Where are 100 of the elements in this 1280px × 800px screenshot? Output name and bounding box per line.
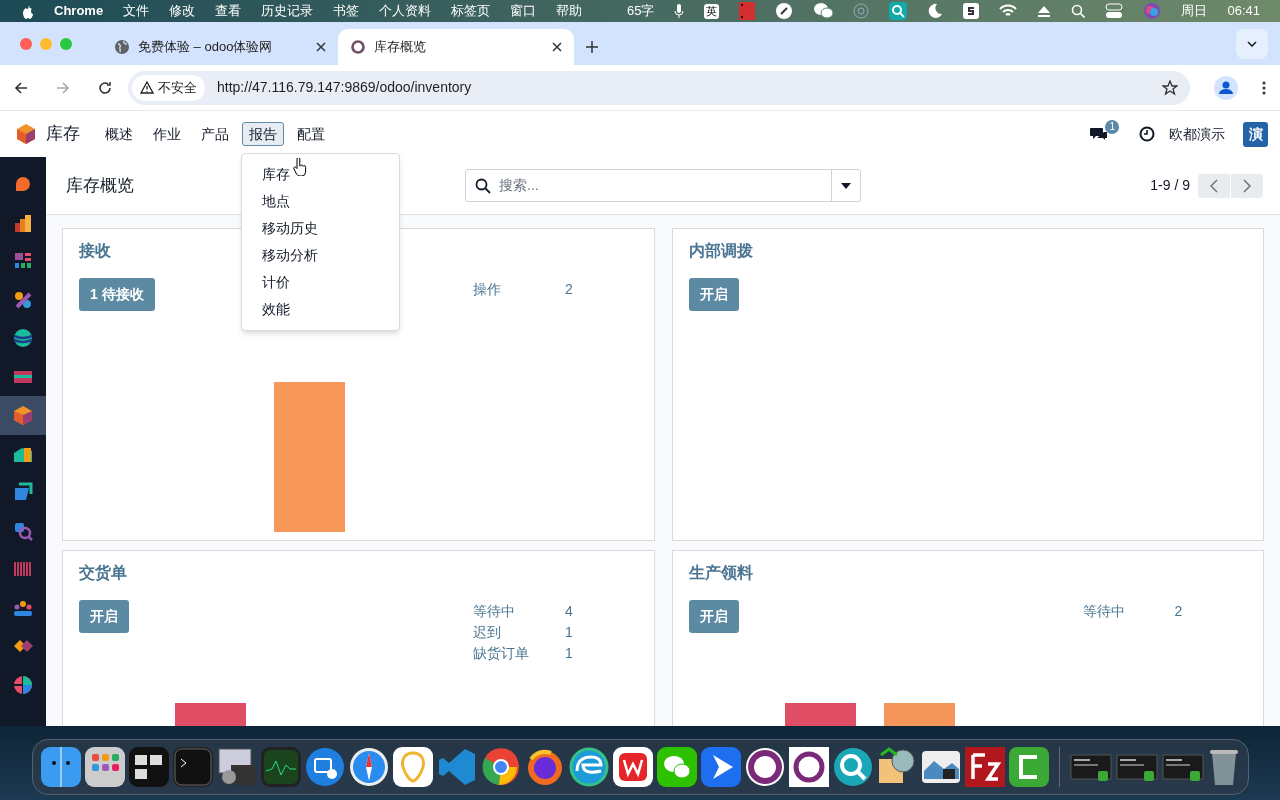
- tab-title: 免费体验 – odoo体验网: [138, 38, 274, 57]
- dock-app-icon[interactable]: [744, 747, 785, 787]
- primary-button[interactable]: 开启: [79, 600, 129, 633]
- dock-app-icon[interactable]: [128, 747, 169, 787]
- menubar-item[interactable]: 修改: [169, 1, 196, 21]
- app-name[interactable]: 库存: [46, 121, 80, 147]
- dock-app-icon[interactable]: [480, 747, 521, 787]
- warning-icon: [140, 81, 154, 94]
- menubar-item[interactable]: 窗口: [510, 1, 537, 21]
- letter-s-icon[interactable]: [963, 3, 980, 19]
- search-input[interactable]: 搜索...: [499, 175, 831, 196]
- company-name[interactable]: 欧都演示: [1169, 123, 1225, 145]
- search-icon[interactable]: [1071, 4, 1086, 18]
- dock-app-icon[interactable]: [788, 747, 829, 787]
- menubar-clock[interactable]: 06:41: [1227, 1, 1260, 21]
- app-icon: [13, 520, 33, 541]
- dock-app-icon[interactable]: [392, 747, 433, 787]
- film-icon[interactable]: [739, 2, 756, 20]
- dropdown-item[interactable]: 计价: [242, 269, 399, 296]
- clock-icon[interactable]: [1139, 126, 1155, 142]
- dock-app-icon[interactable]: [612, 747, 653, 787]
- dropdown-item[interactable]: 地点: [242, 188, 399, 215]
- dropdown-item[interactable]: 移动历史: [242, 215, 399, 242]
- dropdown-item[interactable]: 效能: [242, 296, 399, 323]
- dock-app-icon[interactable]: [656, 747, 697, 787]
- card-title: 生产领料: [688, 563, 753, 583]
- dock-app-icon[interactable]: [964, 747, 1005, 787]
- dock-app-icon[interactable]: [304, 747, 345, 787]
- menubar-item[interactable]: 历史记录: [261, 1, 314, 21]
- stat-count: 1: [565, 623, 573, 642]
- stat-link[interactable]: 缺货订单: [473, 643, 565, 664]
- back-icon[interactable]: [14, 80, 28, 95]
- dropdown-item[interactable]: 库存: [242, 161, 399, 188]
- wifi-icon[interactable]: [999, 4, 1018, 18]
- ring-icon: [350, 39, 366, 55]
- menu-item[interactable]: 产品: [194, 122, 236, 146]
- tab-search-button[interactable]: [1236, 29, 1268, 59]
- menubar-app-name[interactable]: Chrome: [54, 1, 104, 21]
- moon-icon[interactable]: [927, 3, 944, 19]
- primary-button[interactable]: 开启: [688, 278, 739, 311]
- bookmark-star-icon[interactable]: [1162, 79, 1178, 96]
- messages-icon[interactable]: [1089, 126, 1110, 142]
- card-title: 内部调拨: [688, 241, 753, 261]
- input-method-indicator[interactable]: 英: [704, 3, 720, 19]
- menubar-day: 周日: [1181, 1, 1208, 21]
- dock-app-icon[interactable]: [40, 747, 81, 787]
- tab-title: 库存概览: [374, 38, 427, 57]
- apple-icon[interactable]: [20, 3, 34, 19]
- dock-app-icon[interactable]: [568, 747, 609, 787]
- browser-tab[interactable]: 免费体验 – odoo体验网: [102, 29, 338, 65]
- pager-value[interactable]: 1-9 / 9: [1150, 175, 1190, 196]
- menu-item[interactable]: 配置: [290, 122, 332, 146]
- remote-icon[interactable]: [775, 2, 794, 20]
- menu-item[interactable]: 概述: [98, 122, 140, 146]
- dock-app-icon[interactable]: [260, 747, 301, 787]
- app-icon: [13, 289, 33, 310]
- chat-bubbles-icon[interactable]: [813, 2, 834, 20]
- menubar-item[interactable]: 文件: [123, 1, 150, 21]
- menubar-item[interactable]: 帮助: [556, 1, 583, 21]
- dock-app-icon[interactable]: [348, 747, 389, 787]
- trash-icon[interactable]: [1207, 747, 1240, 787]
- menu-item[interactable]: 报告: [242, 122, 284, 146]
- profile-icon[interactable]: [1214, 75, 1238, 100]
- menubar-item[interactable]: 书签: [333, 1, 360, 21]
- menubar-item[interactable]: 个人资料: [379, 1, 432, 21]
- stat-link[interactable]: 迟到: [473, 622, 565, 643]
- primary-button[interactable]: 开启: [688, 600, 739, 633]
- magnifier-app-icon[interactable]: [889, 2, 908, 20]
- dock-app-icon[interactable]: [1008, 747, 1049, 787]
- reload-icon[interactable]: [98, 80, 112, 95]
- search-field[interactable]: 搜索...: [465, 169, 861, 202]
- stat-link[interactable]: 操作: [473, 279, 565, 300]
- address-bar[interactable]: 不安全 http://47.116.79.147:9869/odoo/inventory: [128, 70, 1190, 105]
- stat-count: 4: [565, 602, 573, 621]
- stat-link[interactable]: 等待中: [1082, 601, 1175, 622]
- microphone-icon[interactable]: [674, 3, 685, 19]
- security-chip[interactable]: 不安全: [132, 74, 205, 101]
- dock-app-icon[interactable]: [84, 747, 125, 787]
- more-menu-icon[interactable]: [1262, 80, 1266, 95]
- menubar-item[interactable]: 查看: [215, 1, 242, 21]
- control-center-icon[interactable]: [1105, 3, 1124, 19]
- menubar-item[interactable]: 标签页: [451, 1, 491, 21]
- close-icon[interactable]: [552, 42, 562, 52]
- url-text: http://47.116.79.147:9869/odoo/inventory: [217, 78, 473, 97]
- stat-count: 1: [565, 644, 573, 663]
- menu-item[interactable]: 作业: [146, 122, 188, 146]
- eject-icon[interactable]: [1037, 5, 1052, 17]
- new-tab-icon[interactable]: [586, 41, 598, 53]
- dock-app-icon[interactable]: [216, 747, 257, 787]
- dock-app-icon[interactable]: [832, 747, 873, 787]
- dropdown-item[interactable]: 移动分析: [242, 242, 399, 269]
- close-icon[interactable]: [316, 42, 326, 52]
- card-title: 接收: [79, 241, 111, 261]
- cube-logo-icon[interactable]: [16, 123, 36, 145]
- browser-tab[interactable]: 库存概览: [338, 29, 574, 65]
- stat-link[interactable]: 等待中: [473, 601, 565, 622]
- dock-app-icon[interactable]: [700, 747, 741, 787]
- user-avatar[interactable]: 演: [1243, 121, 1268, 147]
- app-icon: [13, 482, 33, 503]
- primary-button[interactable]: 1 待接收: [79, 278, 155, 311]
